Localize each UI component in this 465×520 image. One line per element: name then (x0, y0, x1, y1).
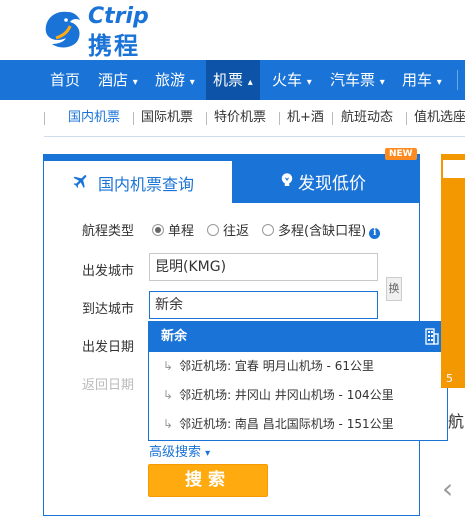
chevron-down-icon: ▾ (205, 448, 211, 459)
divider (279, 112, 280, 125)
nav-item-hotel[interactable]: 酒店 ▾ (98, 60, 138, 100)
divider (332, 112, 333, 125)
nav-item-flights[interactable]: 机票 ▴ (206, 60, 260, 100)
depart-city-label: 出发城市 (82, 264, 135, 279)
radio-checked-icon (152, 224, 164, 236)
dropdown-header[interactable]: 新余 (149, 322, 447, 352)
tab-discover-label: 发现低价 (298, 174, 366, 194)
option-text: 邻近机场: 宜春 明月山机场 - 61公里 (179, 359, 374, 373)
info-icon[interactable]: i (369, 228, 381, 239)
swap-cities-button[interactable]: 换 (386, 277, 402, 301)
tab-domestic-label: 国内机票查询 (98, 175, 195, 194)
promo-banner[interactable] (441, 154, 465, 388)
trip-type-group: 单程 往返 多程(含缺口程) i (152, 220, 417, 239)
radio-multi-trip[interactable]: 多程(含缺口程) i (262, 220, 381, 239)
promo-number: 5 (446, 372, 453, 385)
dropdown-option[interactable]: ↳ 邻近机场: 井冈山 井冈山机场 - 104公里 (149, 381, 447, 410)
nav-label: 汽车票 (330, 71, 376, 89)
promo-badge (443, 160, 465, 178)
main-nav: 首页 酒店 ▾ 旅游 ▾ 机票 ▴ 火车 ▾ 汽车票 ▾ 用车 ▾ (0, 60, 465, 100)
building-icon (425, 328, 439, 345)
nav-item-travel[interactable]: 旅游 ▾ (155, 60, 195, 100)
nav-label: 酒店 (98, 71, 129, 89)
advanced-search-link[interactable]: 高级搜索 ▾ (149, 441, 210, 460)
subnav-flight-hotel[interactable]: 机+酒 (287, 100, 324, 136)
dropdown-option[interactable]: ↳ 邻近机场: 宜春 明月山机场 - 61公里 (149, 352, 447, 381)
option-text: 邻近机场: 南昌 昌北国际机场 - 151公里 (179, 417, 394, 431)
option-text: 邻近机场: 井冈山 井冈山机场 - 104公里 (179, 388, 394, 402)
ctrip-logo[interactable]: Ctrip 携程 (42, 2, 172, 60)
nav-item-train[interactable]: 火车 ▾ (272, 60, 312, 100)
subnav-special[interactable]: 特价机票 (214, 100, 266, 136)
radio-label: 多程(含缺口程) (278, 224, 367, 239)
radio-unchecked-icon (262, 224, 274, 236)
chevron-down-icon: ▾ (132, 77, 138, 88)
radio-unchecked-icon (207, 224, 219, 236)
divider (206, 112, 207, 125)
dropdown-option[interactable]: ↳ 邻近机场: 南昌 昌北国际机场 - 151公里 (149, 410, 447, 439)
nav-label: 首页 (50, 71, 81, 89)
radio-label: 往返 (223, 224, 250, 239)
radio-one-way[interactable]: 单程 (152, 220, 194, 239)
nav-label: 火车 (272, 71, 303, 89)
search-tabs: 国内机票查询 发现低价 (44, 155, 419, 203)
nav-item-car[interactable]: 用车 ▾ (402, 60, 442, 100)
depart-city-input[interactable]: 昆明(KMG) (149, 253, 378, 281)
subnav-flight-status[interactable]: 航班动态 (341, 100, 393, 136)
nav-label: 用车 (402, 71, 433, 89)
city-suggestion-dropdown: 新余 ↳ 邻近机场: 宜春 明月山机场 - 61公里 ↳ 邻近机场: 井冈山 井冈山… (148, 321, 448, 441)
subnav-international[interactable]: 国际机票 (141, 100, 193, 136)
sub-arrow-icon: ↳ (163, 417, 174, 431)
radio-round-trip[interactable]: 往返 (207, 220, 249, 239)
new-badge: NEW (385, 148, 417, 160)
chevron-down-icon: ▾ (436, 77, 442, 88)
return-date-label: 返回日期 (82, 378, 135, 393)
chevron-down-icon: ▾ (306, 77, 312, 88)
tab-domestic-search[interactable]: 国内机票查询 (44, 161, 232, 203)
sub-arrow-icon: ↳ (163, 359, 174, 373)
promo-caption: 航 (448, 412, 465, 431)
tab-discover-low-price[interactable]: 发现低价 (240, 155, 418, 203)
divider (406, 112, 407, 125)
divider (133, 112, 134, 125)
airplane-icon (73, 175, 87, 188)
depart-date-label: 出发日期 (82, 340, 135, 355)
sub-arrow-icon: ↳ (163, 388, 174, 402)
chevron-down-icon: ▾ (189, 77, 195, 88)
arrive-city-label: 到达城市 (82, 302, 135, 317)
trip-type-label: 航程类型 (82, 224, 135, 239)
sub-nav: 国内机票 国际机票 特价机票 机+酒 航班动态 值机选座 (44, 100, 465, 137)
chevron-down-icon: ▾ (379, 77, 385, 88)
carousel-prev-icon[interactable]: ‹ (442, 472, 453, 505)
lightbulb-icon (281, 173, 293, 186)
nav-divider (457, 70, 458, 90)
divider (44, 112, 45, 125)
nav-item-bus[interactable]: 汽车票 ▾ (330, 60, 385, 100)
nav-item-home[interactable]: 首页 (50, 60, 80, 100)
nav-label: 机票 (213, 71, 244, 89)
advanced-search-label: 高级搜索 (149, 445, 202, 460)
subnav-checkin[interactable]: 值机选座 (414, 100, 465, 136)
dropdown-city-name: 新余 (161, 329, 188, 344)
subnav-domestic[interactable]: 国内机票 (68, 100, 120, 136)
nav-label: 旅游 (155, 71, 186, 89)
arrive-city-input[interactable]: 新余 (149, 291, 378, 319)
radio-label: 单程 (168, 224, 195, 239)
chevron-up-icon: ▴ (247, 77, 253, 88)
search-button[interactable]: 搜索 (148, 464, 268, 497)
brand-name-cn: 携程 (88, 32, 140, 60)
